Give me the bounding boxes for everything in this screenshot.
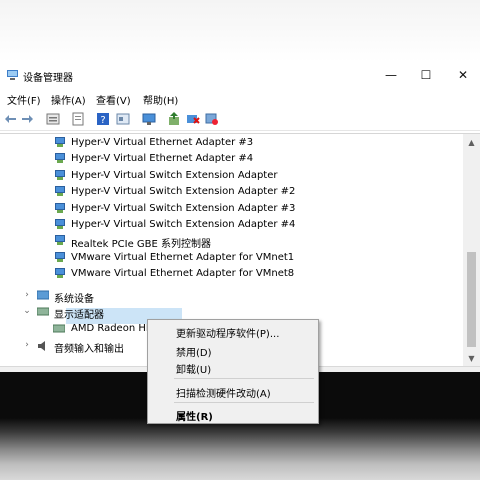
scroll-up-icon[interactable]: ▲ bbox=[463, 134, 480, 151]
toolbar: ? bbox=[0, 108, 480, 131]
menu-bar: 文件(F) 操作(A) 查看(V) 帮助(H) bbox=[0, 89, 480, 107]
tree-node-label: VMware Virtual Ethernet Adapter for VMne… bbox=[71, 268, 295, 280]
tree-node-label: Hyper-V Virtual Switch Extension Adapter bbox=[71, 169, 278, 181]
menu-action[interactable]: 操作(A) bbox=[51, 92, 86, 107]
speaker-icon bbox=[38, 341, 45, 351]
menu-separator bbox=[174, 378, 314, 379]
vertical-scrollbar[interactable]: ▲ ▼ bbox=[463, 134, 480, 367]
help-icon[interactable]: ? bbox=[96, 112, 110, 126]
tree-node-label: VMware Virtual Ethernet Adapter for VMne… bbox=[71, 251, 295, 263]
scroll-thumb[interactable] bbox=[467, 252, 476, 347]
tree-node-label: Hyper-V Virtual Ethernet Adapter #3 bbox=[71, 137, 254, 148]
tree-node-label: 音频输入和输出 bbox=[54, 344, 124, 355]
tree-node-label: Realtek PCIe GBE 系列控制器 bbox=[71, 239, 211, 251]
title-bar[interactable]: 设备管理器 — ☐ ✕ bbox=[0, 62, 480, 88]
menu-item-uninstall[interactable]: 卸载(U) bbox=[176, 361, 211, 376]
menu-item-properties[interactable]: 属性(R) bbox=[176, 408, 213, 423]
properties-sheet-icon[interactable] bbox=[71, 112, 85, 126]
expand-icon[interactable]: › bbox=[22, 340, 32, 351]
scan-hardware-icon[interactable] bbox=[205, 112, 219, 126]
network-adapter-icon bbox=[54, 153, 66, 164]
menu-help[interactable]: 帮助(H) bbox=[143, 92, 178, 107]
window-title: 设备管理器 bbox=[23, 73, 73, 84]
background-top bbox=[0, 0, 480, 62]
close-button[interactable]: ✕ bbox=[446, 64, 480, 86]
tree-node-network-adapter[interactable]: VMware Virtual Ethernet Adapter for VMne… bbox=[0, 250, 460, 266]
tree-node-network-adapter[interactable]: Hyper-V Virtual Ethernet Adapter #3 bbox=[0, 135, 460, 151]
tree-node-label: 显示适配器 bbox=[54, 310, 104, 321]
network-adapter-icon bbox=[54, 186, 66, 197]
menu-item-update-driver[interactable]: 更新驱动程序软件(P)... bbox=[176, 325, 279, 340]
monitor-icon[interactable] bbox=[142, 112, 156, 126]
network-adapter-icon bbox=[54, 137, 66, 148]
system-devices-icon bbox=[37, 290, 49, 300]
network-adapter-icon bbox=[54, 235, 66, 246]
scroll-down-icon[interactable]: ▼ bbox=[463, 350, 480, 367]
maximize-button[interactable]: ☐ bbox=[409, 64, 443, 86]
tree-node-label: Hyper-V Virtual Switch Extension Adapter… bbox=[71, 186, 296, 198]
forward-arrow-icon[interactable] bbox=[20, 112, 34, 126]
collapse-icon[interactable]: ⌄ bbox=[22, 306, 32, 317]
back-arrow-icon[interactable] bbox=[4, 112, 18, 126]
menu-separator bbox=[174, 402, 314, 403]
display-adapter-icon bbox=[53, 324, 65, 333]
tree-node-system-devices[interactable]: › 系统设备 bbox=[0, 288, 460, 305]
tree-node-label: Hyper-V Virtual Ethernet Adapter #4 bbox=[71, 153, 254, 165]
network-adapter-icon bbox=[54, 219, 66, 230]
menu-view[interactable]: 查看(V) bbox=[96, 92, 131, 107]
tree-node-network-adapter[interactable]: Hyper-V Virtual Switch Extension Adapter… bbox=[0, 217, 460, 233]
tree-node-label: 系统设备 bbox=[54, 294, 94, 305]
svg-text:?: ? bbox=[100, 115, 105, 126]
expand-icon[interactable]: › bbox=[22, 290, 32, 301]
tree-node-label: Hyper-V Virtual Switch Extension Adapter… bbox=[71, 219, 296, 230]
tree-node-network-adapter[interactable]: VMware Virtual Ethernet Adapter for VMne… bbox=[0, 266, 460, 282]
tree-node-network-adapter[interactable]: Hyper-V Virtual Switch Extension Adapter bbox=[0, 168, 460, 184]
tree-node-label: AMD Radeon HD bbox=[71, 323, 154, 334]
display-adapter-icon bbox=[37, 307, 49, 316]
network-adapter-icon bbox=[54, 268, 66, 279]
menu-item-scan-hardware[interactable]: 扫描检测硬件改动(A) bbox=[176, 385, 271, 400]
tree-node-network-adapter[interactable]: Hyper-V Virtual Ethernet Adapter #4 bbox=[0, 151, 460, 167]
network-adapter-icon bbox=[54, 251, 66, 263]
minimize-button[interactable]: — bbox=[374, 64, 408, 86]
update-driver-icon[interactable] bbox=[167, 112, 181, 126]
uninstall-device-icon[interactable] bbox=[186, 112, 200, 126]
network-adapter-icon bbox=[54, 202, 66, 214]
view-icon[interactable] bbox=[116, 112, 130, 126]
menu-item-disable[interactable]: 禁用(D) bbox=[176, 344, 212, 359]
tree-node-label: Hyper-V Virtual Switch Extension Adapter… bbox=[71, 202, 296, 214]
device-list-icon[interactable] bbox=[46, 112, 60, 126]
tree-node-network-adapter[interactable]: Hyper-V Virtual Switch Extension Adapter… bbox=[0, 201, 460, 217]
tree-node-display-adapters[interactable]: ⌄ 显示适配器 bbox=[0, 304, 460, 321]
tree-node-network-adapter[interactable]: Hyper-V Virtual Switch Extension Adapter… bbox=[0, 184, 460, 200]
context-menu: 更新驱动程序软件(P)... 禁用(D) 卸载(U) 扫描检测硬件改动(A) 属… bbox=[147, 319, 319, 424]
device-manager-icon bbox=[7, 70, 18, 80]
tree-node-network-adapter[interactable]: Realtek PCIe GBE 系列控制器 bbox=[0, 233, 460, 251]
network-adapter-icon bbox=[54, 169, 66, 181]
menu-file[interactable]: 文件(F) bbox=[7, 92, 41, 107]
